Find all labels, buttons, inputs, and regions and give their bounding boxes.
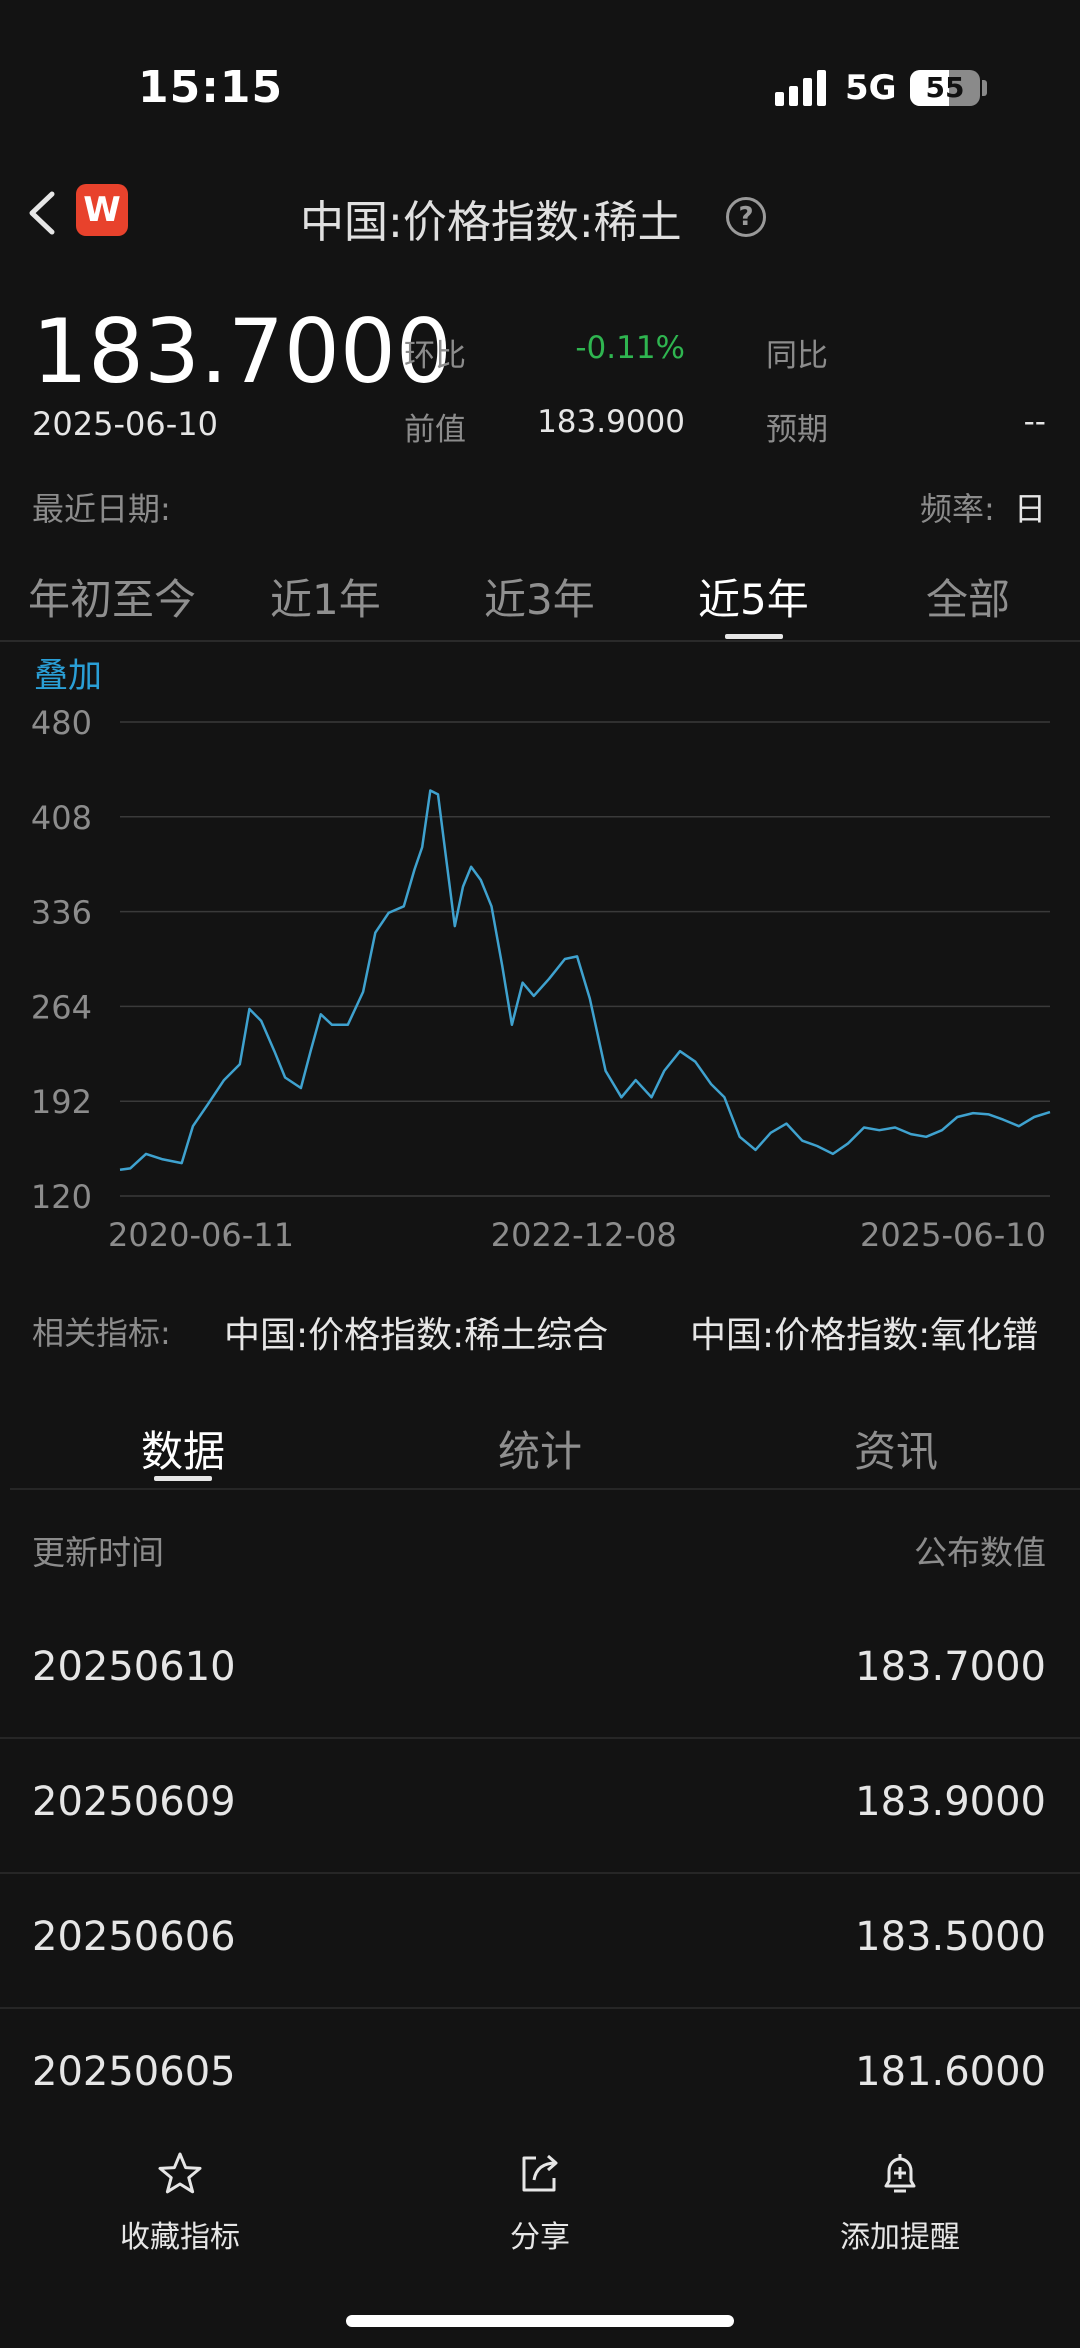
series-line xyxy=(119,789,1051,1171)
mom-label: 环比 xyxy=(404,338,466,374)
status-bar: 15:15 5G 55 xyxy=(0,0,1080,180)
data-tabs-divider xyxy=(10,1488,1080,1490)
frequency-value: 日 xyxy=(1013,490,1046,528)
back-icon[interactable] xyxy=(22,188,62,238)
y-tick-label: 408 xyxy=(31,799,92,837)
tab-1y[interactable]: 近1年 xyxy=(270,566,381,627)
tab-all[interactable]: 全部 xyxy=(926,566,1010,627)
star-icon xyxy=(158,2152,202,2194)
y-tick-label: 192 xyxy=(31,1083,92,1121)
tabs-divider xyxy=(0,640,1080,642)
row-value: 183.7000 xyxy=(855,1644,1046,1690)
tab-data[interactable]: 数据 xyxy=(141,1418,225,1479)
table-row[interactable]: 20250605 181.6000 xyxy=(0,2009,1080,2144)
yoy-label: 同比 xyxy=(766,338,828,374)
tab-3y[interactable]: 近3年 xyxy=(484,566,595,627)
table-row[interactable]: 20250610 183.7000 xyxy=(0,1604,1080,1739)
row-date: 20250606 xyxy=(32,1914,236,1960)
header-published-value: 公布数值 xyxy=(914,1533,1046,1572)
battery-percent: 55 xyxy=(925,71,965,104)
battery-tip xyxy=(982,80,987,96)
row-value: 181.6000 xyxy=(855,2049,1046,2095)
recent-date-label: 最近日期: xyxy=(32,490,171,528)
add-alert-button[interactable]: 添加提醒 xyxy=(780,2150,1020,2256)
chart-series xyxy=(119,789,1051,1171)
y-tick-label: 264 xyxy=(31,988,92,1026)
favorite-button[interactable]: 收藏指标 xyxy=(60,2150,300,2256)
page-title: 中国:价格指数:稀土 xyxy=(300,197,682,248)
chart-grid xyxy=(120,721,1050,1197)
tab-news[interactable]: 资讯 xyxy=(854,1418,938,1479)
tab-ytd[interactable]: 年初至今 xyxy=(28,566,196,627)
forecast-value: -- xyxy=(1023,404,1046,440)
prev-value: 183.9000 xyxy=(537,404,685,440)
y-tick-label: 120 xyxy=(31,1178,92,1216)
share-label: 分享 xyxy=(510,2220,570,2255)
current-date: 2025-06-10 xyxy=(32,405,218,443)
table-row[interactable]: 20250606 183.5000 xyxy=(0,1874,1080,2009)
status-time: 15:15 xyxy=(138,62,284,113)
share-button[interactable]: 分享 xyxy=(420,2150,660,2256)
x-axis: 2020-06-11 2022-12-08 2025-06-10 xyxy=(108,1216,1046,1254)
x-tick-label: 2025-06-10 xyxy=(860,1216,1046,1254)
battery-icon: 55 xyxy=(910,70,980,106)
price-index-chart[interactable]: 120192264336408480 2020-06-11 2022-12-08 2… xyxy=(0,690,1080,1270)
frequency-label: 频率: xyxy=(920,490,995,528)
related-item-praseodymium[interactable]: 中国:价格指数:氧化镨 xyxy=(690,1300,1050,1356)
app-logo[interactable]: W xyxy=(76,184,128,236)
row-value: 183.5000 xyxy=(855,1914,1046,1960)
forecast-label: 预期 xyxy=(766,412,828,448)
tab-active-indicator xyxy=(725,634,783,639)
share-icon xyxy=(522,2154,558,2192)
related-item-praseodymium-label: 中国:价格指数:氧化镨 xyxy=(690,1315,1039,1356)
network-type: 5G xyxy=(845,68,897,108)
mom-value: -0.11% xyxy=(575,330,685,366)
y-tick-label: 336 xyxy=(31,894,92,932)
tab-5y[interactable]: 近5年 xyxy=(698,566,809,627)
table-row[interactable]: 20250609 183.9000 xyxy=(0,1739,1080,1874)
row-date: 20250605 xyxy=(32,2049,236,2095)
x-tick-label: 2022-12-08 xyxy=(491,1216,677,1254)
x-tick-label: 2020-06-11 xyxy=(108,1216,294,1254)
y-axis: 120 192 264 336 408 480 xyxy=(31,704,92,1216)
data-tab-indicator xyxy=(154,1476,212,1481)
row-date: 20250609 xyxy=(32,1779,236,1825)
related-item-composite[interactable]: 中国:价格指数:稀土综合 xyxy=(224,1306,608,1358)
prev-label: 前值 xyxy=(404,412,466,448)
favorite-label: 收藏指标 xyxy=(120,2220,240,2255)
y-tick-label: 480 xyxy=(31,704,92,742)
row-date: 20250610 xyxy=(32,1644,236,1690)
current-value: 183.7000 xyxy=(32,300,452,403)
add-alert-label: 添加提醒 xyxy=(840,2220,960,2255)
related-label: 相关指标: xyxy=(32,1314,171,1352)
row-value: 183.9000 xyxy=(855,1779,1046,1825)
home-indicator[interactable] xyxy=(346,2315,734,2327)
help-icon[interactable]: ? xyxy=(726,197,766,237)
header-update-time: 更新时间 xyxy=(32,1533,164,1572)
tab-statistics[interactable]: 统计 xyxy=(498,1418,582,1479)
signal-icon xyxy=(775,70,827,106)
bell-plus-icon xyxy=(884,2154,916,2193)
